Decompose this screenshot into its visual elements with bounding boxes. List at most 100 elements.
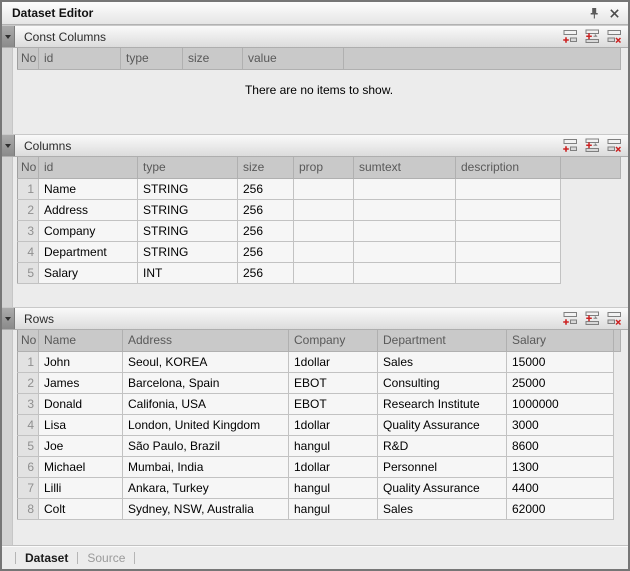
row-number[interactable]: 5	[18, 435, 39, 456]
cell[interactable]	[456, 241, 561, 262]
cell[interactable]: Lilli	[39, 477, 123, 498]
cell[interactable]: 1300	[507, 456, 614, 477]
column-header-no[interactable]: No	[18, 48, 39, 69]
cell[interactable]	[354, 241, 456, 262]
row-number[interactable]: 4	[18, 241, 39, 262]
add-row-icon[interactable]	[561, 138, 578, 154]
cell[interactable]: Seoul, KOREA	[123, 351, 289, 372]
cell[interactable]: Ankara, Turkey	[123, 477, 289, 498]
column-header-size[interactable]: size	[183, 48, 243, 69]
add-row-icon[interactable]	[561, 311, 578, 327]
cell[interactable]	[456, 220, 561, 241]
pin-icon[interactable]	[586, 5, 602, 21]
cell[interactable]: STRING	[138, 178, 238, 199]
cell[interactable]: 8600	[507, 435, 614, 456]
column-header-department[interactable]: Department	[378, 330, 507, 351]
cell[interactable]: Donald	[39, 393, 123, 414]
cell[interactable]: Address	[39, 199, 138, 220]
cell[interactable]: STRING	[138, 199, 238, 220]
cell[interactable]: 256	[238, 199, 294, 220]
cell[interactable]: Quality Assurance	[378, 414, 507, 435]
cell[interactable]: Quality Assurance	[378, 477, 507, 498]
cell[interactable]: 4400	[507, 477, 614, 498]
cell[interactable]: Mumbai, India	[123, 456, 289, 477]
cell[interactable]: 256	[238, 241, 294, 262]
row-number[interactable]: 2	[18, 199, 39, 220]
cell[interactable]: STRING	[138, 220, 238, 241]
cell[interactable]	[294, 262, 354, 283]
delete-row-icon[interactable]	[605, 311, 622, 327]
collapse-button[interactable]	[2, 308, 15, 329]
column-header-type[interactable]: type	[138, 157, 238, 178]
column-header-no[interactable]: No	[18, 157, 39, 178]
close-icon[interactable]	[606, 5, 622, 21]
cell[interactable]	[456, 199, 561, 220]
tab-source[interactable]: Source	[87, 551, 125, 565]
row-number[interactable]: 3	[18, 220, 39, 241]
cell[interactable]: Name	[39, 178, 138, 199]
row-number[interactable]: 8	[18, 498, 39, 519]
column-header-value[interactable]: value	[243, 48, 344, 69]
cell[interactable]: Sales	[378, 498, 507, 519]
cell[interactable]: Salary	[39, 262, 138, 283]
column-header-salary[interactable]: Salary	[507, 330, 614, 351]
cell[interactable]: 1dollar	[289, 351, 378, 372]
cell[interactable]	[354, 220, 456, 241]
row-number[interactable]: 2	[18, 372, 39, 393]
collapse-button[interactable]	[2, 135, 15, 156]
column-header-no[interactable]: No	[18, 330, 39, 351]
cell[interactable]: 256	[238, 262, 294, 283]
cell[interactable]: 256	[238, 220, 294, 241]
cell[interactable]: EBOT	[289, 372, 378, 393]
cell[interactable]: 3000	[507, 414, 614, 435]
column-header-type[interactable]: type	[121, 48, 183, 69]
cell[interactable]: Sydney, NSW, Australia	[123, 498, 289, 519]
cell[interactable]: STRING	[138, 241, 238, 262]
insert-row-icon[interactable]	[583, 311, 600, 327]
cell[interactable]	[294, 199, 354, 220]
cell[interactable]: London, United Kingdom	[123, 414, 289, 435]
collapse-button[interactable]	[2, 26, 15, 47]
column-header-description[interactable]: description	[456, 157, 561, 178]
column-header-size[interactable]: size	[238, 157, 294, 178]
cell[interactable]: Colt	[39, 498, 123, 519]
cell[interactable]: Sales	[378, 351, 507, 372]
cell[interactable]: 1dollar	[289, 414, 378, 435]
delete-row-icon[interactable]	[605, 29, 622, 45]
cell[interactable]	[354, 199, 456, 220]
cell[interactable]: Lisa	[39, 414, 123, 435]
column-header-sumtext[interactable]: sumtext	[354, 157, 456, 178]
cell[interactable]	[354, 178, 456, 199]
cell[interactable]: hangul	[289, 435, 378, 456]
delete-row-icon[interactable]	[605, 138, 622, 154]
cell[interactable]	[294, 241, 354, 262]
cell[interactable]: Michael	[39, 456, 123, 477]
cell[interactable]: hangul	[289, 477, 378, 498]
column-header-company[interactable]: Company	[289, 330, 378, 351]
cell[interactable]	[354, 262, 456, 283]
cell[interactable]: Califonia, USA	[123, 393, 289, 414]
cell[interactable]: 15000	[507, 351, 614, 372]
cell[interactable]: Personnel	[378, 456, 507, 477]
cell[interactable]: Research Institute	[378, 393, 507, 414]
row-number[interactable]: 7	[18, 477, 39, 498]
column-header-id[interactable]: id	[39, 157, 138, 178]
cell[interactable]: Joe	[39, 435, 123, 456]
column-header-prop[interactable]: prop	[294, 157, 354, 178]
cell[interactable]	[456, 178, 561, 199]
insert-row-icon[interactable]	[583, 138, 600, 154]
cell[interactable]: 62000	[507, 498, 614, 519]
cell[interactable]: hangul	[289, 498, 378, 519]
cell[interactable]: Company	[39, 220, 138, 241]
row-number[interactable]: 5	[18, 262, 39, 283]
cell[interactable]: 256	[238, 178, 294, 199]
row-number[interactable]: 3	[18, 393, 39, 414]
cell[interactable]: 1dollar	[289, 456, 378, 477]
cell[interactable]: Department	[39, 241, 138, 262]
tab-dataset[interactable]: Dataset	[25, 551, 68, 565]
column-header-id[interactable]: id	[39, 48, 121, 69]
cell[interactable]: Consulting	[378, 372, 507, 393]
column-header-name[interactable]: Name	[39, 330, 123, 351]
cell[interactable]: INT	[138, 262, 238, 283]
cell[interactable]: São Paulo, Brazil	[123, 435, 289, 456]
